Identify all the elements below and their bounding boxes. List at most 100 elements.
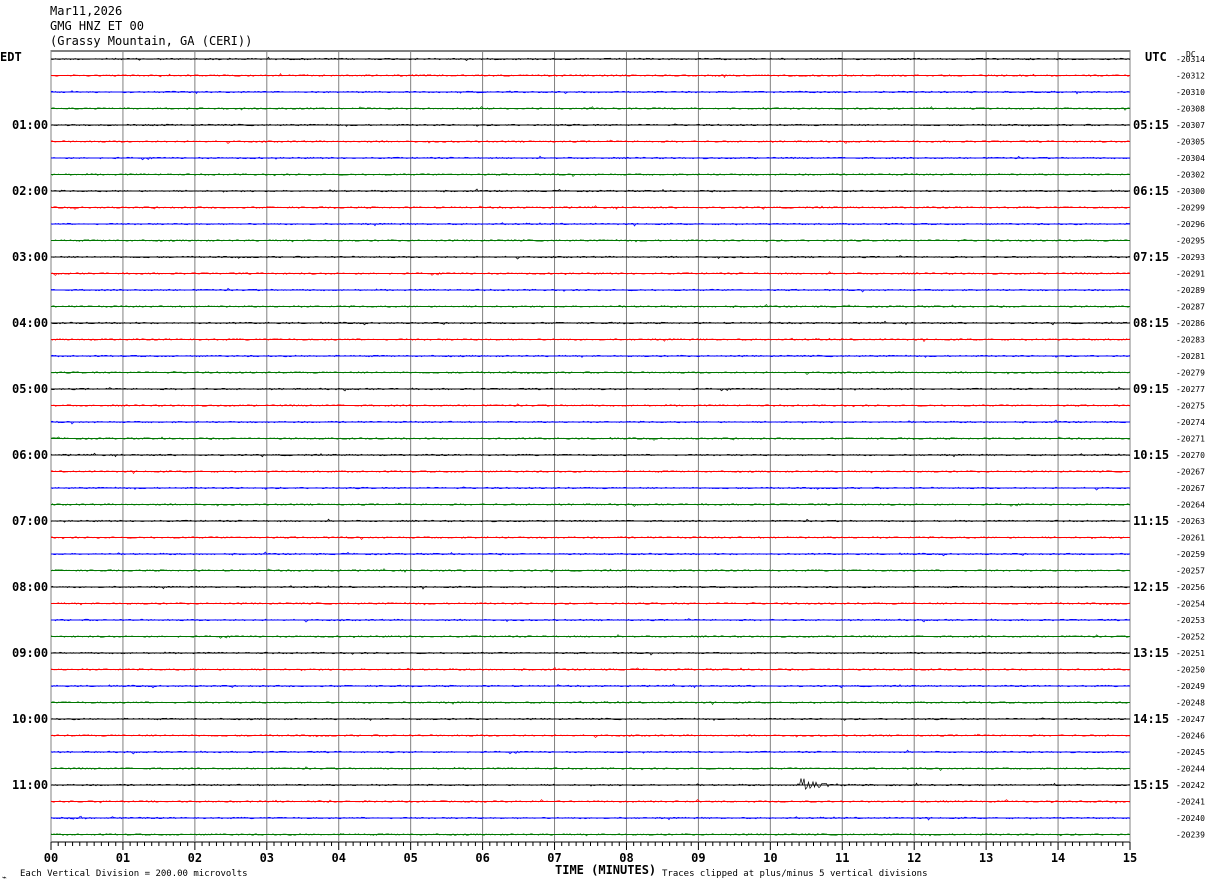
dc-offset-label: -20271 bbox=[1176, 435, 1205, 444]
utc-hour-label: 14:15 bbox=[1133, 712, 1169, 726]
x-tick-label: 05 bbox=[403, 851, 417, 865]
dc-offset-label: -20299 bbox=[1176, 204, 1205, 213]
dc-offset-label: -20293 bbox=[1176, 253, 1205, 262]
dc-offset-label: -20251 bbox=[1176, 649, 1205, 658]
edt-hour-label: 01:00 bbox=[12, 118, 48, 132]
dc-offset-label: -20261 bbox=[1176, 534, 1205, 543]
dc-offset-label: -20289 bbox=[1176, 286, 1205, 295]
utc-hour-label: 05:15 bbox=[1133, 118, 1169, 132]
dc-offset-label: -20267 bbox=[1176, 468, 1205, 477]
dc-offset-label: -20302 bbox=[1176, 171, 1205, 180]
edt-hour-label: 09:00 bbox=[12, 646, 48, 660]
x-tick-label: 02 bbox=[188, 851, 202, 865]
edt-hour-label: 02:00 bbox=[12, 184, 48, 198]
dc-offset-label: -20250 bbox=[1176, 666, 1205, 675]
dc-offset-label: -20259 bbox=[1176, 550, 1205, 559]
helicorder-chart: 00 01 02 03 04 05 06 07 08 09 10 11 12 13 14 15-20314-2… bbox=[0, 50, 1205, 882]
dc-offset-label: -20281 bbox=[1176, 352, 1205, 361]
edt-hour-label: 06:00 bbox=[12, 448, 48, 462]
dc-offset-label: -20254 bbox=[1176, 600, 1205, 609]
x-tick-label: 15 bbox=[1123, 851, 1137, 865]
utc-hour-label: 08:15 bbox=[1133, 316, 1169, 330]
dc-offset-label: -20286 bbox=[1176, 319, 1205, 328]
seismic-trace bbox=[50, 815, 1130, 821]
dc-offset-label: -20244 bbox=[1176, 765, 1205, 774]
seismic-trace bbox=[50, 518, 1130, 523]
x-tick-label: 14 bbox=[1051, 851, 1065, 865]
dc-offset-label: -20274 bbox=[1176, 418, 1205, 427]
dc-offset-label: -20283 bbox=[1176, 336, 1205, 345]
dc-offset-label: -20264 bbox=[1176, 501, 1205, 510]
left-axis-label: EDT bbox=[0, 50, 22, 64]
dc-offset-label: -20304 bbox=[1176, 154, 1205, 163]
dc-offset-label: -20305 bbox=[1176, 138, 1205, 147]
edt-hour-label: 08:00 bbox=[12, 580, 48, 594]
seismic-trace bbox=[50, 683, 1130, 689]
dc-offset-label: -20279 bbox=[1176, 369, 1205, 378]
utc-hour-label: 10:15 bbox=[1133, 448, 1169, 462]
utc-hour-label: 12:15 bbox=[1133, 580, 1169, 594]
x-tick-label: 04 bbox=[332, 851, 346, 865]
dc-offset-label: -20277 bbox=[1176, 385, 1205, 394]
seismic-trace bbox=[50, 778, 1130, 791]
right-axis-label: UTC bbox=[1145, 50, 1167, 64]
dc-offset-label: -20239 bbox=[1176, 831, 1205, 840]
dc-offset-label: -20275 bbox=[1176, 402, 1205, 411]
x-tick-label: 01 bbox=[116, 851, 130, 865]
edt-hour-label: 05:00 bbox=[12, 382, 48, 396]
dc-offset-label: -20242 bbox=[1176, 781, 1205, 790]
utc-hour-label: 11:15 bbox=[1133, 514, 1169, 528]
edt-hour-label: 10:00 bbox=[12, 712, 48, 726]
dc-offset-label: -20300 bbox=[1176, 187, 1205, 196]
x-tick-label: 11 bbox=[835, 851, 849, 865]
x-axis-label: TIME (MINUTES) bbox=[555, 863, 656, 877]
dc-offset-label: -20307 bbox=[1176, 121, 1205, 130]
seismic-trace bbox=[50, 568, 1130, 573]
x-tick-label: 06 bbox=[475, 851, 489, 865]
seismic-trace bbox=[50, 371, 1130, 375]
dc-label: DC bbox=[1186, 50, 1196, 59]
dc-offset-label: -20247 bbox=[1176, 715, 1205, 724]
dc-offset-label: -20248 bbox=[1176, 699, 1205, 708]
utc-hour-label: 07:15 bbox=[1133, 250, 1169, 264]
seismic-trace bbox=[50, 700, 1130, 706]
corner-mark-icon: ⌁ bbox=[2, 873, 7, 882]
dc-offset-label: -20287 bbox=[1176, 303, 1205, 312]
dc-offset-label: -20241 bbox=[1176, 798, 1205, 807]
x-tick-label: 13 bbox=[979, 851, 993, 865]
x-tick-label: 00 bbox=[44, 851, 58, 865]
utc-hour-label: 09:15 bbox=[1133, 382, 1169, 396]
dc-offset-label: -20253 bbox=[1176, 616, 1205, 625]
grid-layer bbox=[50, 50, 1131, 850]
dc-offset-label: -20270 bbox=[1176, 451, 1205, 460]
dc-offset-label: -20245 bbox=[1176, 748, 1205, 757]
trace-layer bbox=[50, 56, 1130, 837]
dc-offset-label: -20240 bbox=[1176, 814, 1205, 823]
x-tick-label: 03 bbox=[260, 851, 274, 865]
edt-hour-label: 07:00 bbox=[12, 514, 48, 528]
x-tick-label: 10 bbox=[763, 851, 777, 865]
label-layer: 00 01 02 03 04 05 06 07 08 09 10 11 12 13 14 15-20314-2… bbox=[12, 55, 1205, 865]
dc-offset-label: -20296 bbox=[1176, 220, 1205, 229]
dc-offset-label: -20308 bbox=[1176, 105, 1205, 114]
dc-offset-label: -20257 bbox=[1176, 567, 1205, 576]
utc-hour-label: 06:15 bbox=[1133, 184, 1169, 198]
scale-note: Each Vertical Division = 200.00 microvol… bbox=[20, 869, 248, 879]
seismic-trace bbox=[50, 551, 1130, 557]
dc-offset-label: -20256 bbox=[1176, 583, 1205, 592]
edt-hour-label: 04:00 bbox=[12, 316, 48, 330]
seismic-trace bbox=[50, 320, 1130, 326]
dc-offset-label: -20267 bbox=[1176, 484, 1205, 493]
dc-offset-label: -20246 bbox=[1176, 732, 1205, 741]
dc-offset-label: -20295 bbox=[1176, 237, 1205, 246]
x-tick-label: 12 bbox=[907, 851, 921, 865]
x-tick-label: 09 bbox=[691, 851, 705, 865]
dc-offset-label: -20249 bbox=[1176, 682, 1205, 691]
edt-hour-label: 03:00 bbox=[12, 250, 48, 264]
plot-frame bbox=[50, 50, 1131, 843]
dc-offset-label: -20252 bbox=[1176, 633, 1205, 642]
dc-offset-label: -20310 bbox=[1176, 88, 1205, 97]
edt-hour-label: 11:00 bbox=[12, 778, 48, 792]
utc-hour-label: 13:15 bbox=[1133, 646, 1169, 660]
dc-offset-label: -20291 bbox=[1176, 270, 1205, 279]
